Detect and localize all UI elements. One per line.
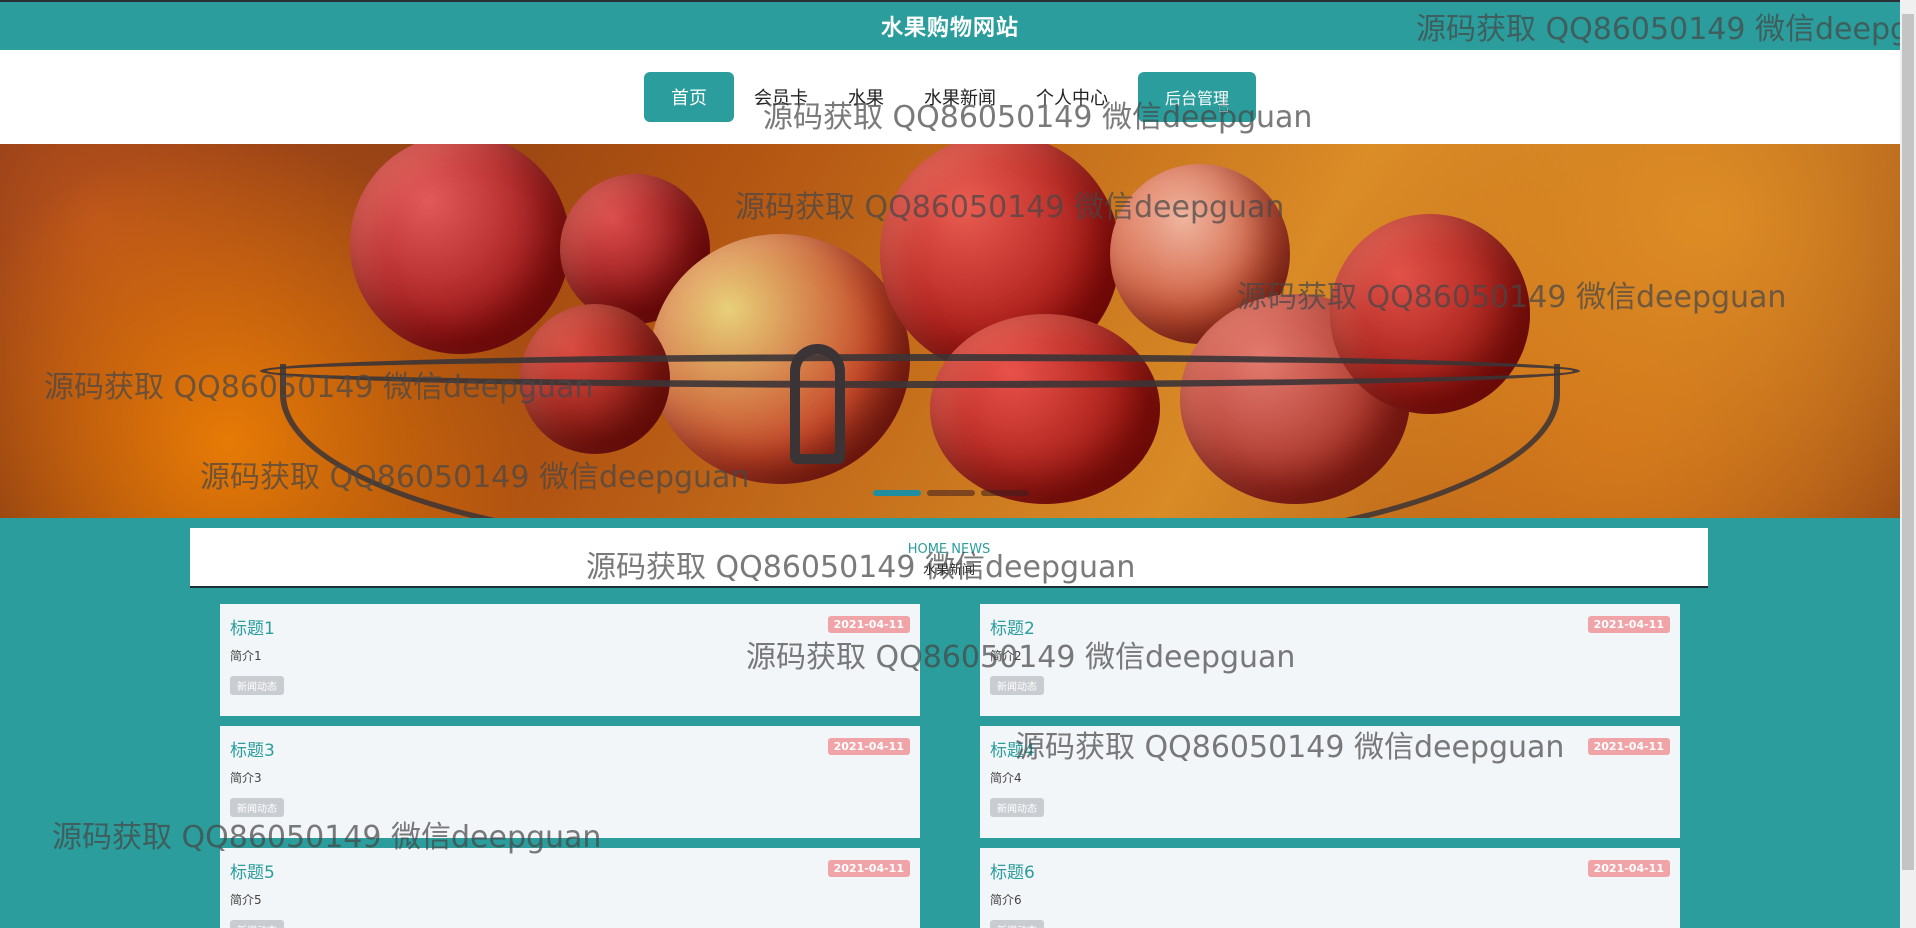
apple-image xyxy=(350,144,570,354)
news-date-badge: 2021-04-11 xyxy=(827,616,910,633)
news-card[interactable]: 标题4 简介4 新闻动态 2021-04-11 xyxy=(980,726,1680,838)
nav-item-member-card[interactable]: 会员卡 xyxy=(734,72,828,122)
nav-item-personal-center[interactable]: 个人中心 xyxy=(1016,72,1128,122)
news-tag: 新闻动态 xyxy=(230,798,284,817)
news-date-badge: 2021-04-11 xyxy=(1587,616,1670,633)
main-nav: 首页 会员卡 水果 水果新闻 个人中心 后台管理 xyxy=(0,50,1900,144)
page: 水果购物网站 首页 会员卡 水果 水果新闻 个人中心 后台管理 HOME NEW… xyxy=(0,0,1916,928)
news-title[interactable]: 标题3 xyxy=(230,736,910,761)
site-title: 水果购物网站 xyxy=(880,16,1019,41)
news-card[interactable]: 标题2 简介2 新闻动态 2021-04-11 xyxy=(980,604,1680,716)
nav-item-fruit[interactable]: 水果 xyxy=(828,72,904,122)
news-tag: 新闻动态 xyxy=(230,920,284,928)
news-summary: 简介5 xyxy=(230,893,262,907)
admin-button[interactable]: 后台管理 xyxy=(1138,72,1256,122)
mouse-cursor-icon: ☝ xyxy=(1218,96,1229,117)
news-tag: 新闻动态 xyxy=(990,798,1044,817)
news-summary: 简介4 xyxy=(990,771,1022,785)
basket-handle xyxy=(790,344,845,464)
news-card[interactable]: 标题5 简介5 新闻动态 2021-04-11 xyxy=(220,848,920,928)
news-card[interactable]: 标题1 简介1 新闻动态 2021-04-11 xyxy=(220,604,920,716)
nav-item-fruit-news[interactable]: 水果新闻 xyxy=(904,72,1016,122)
nav-item-home[interactable]: 首页 xyxy=(644,72,734,122)
news-summary: 简介6 xyxy=(990,893,1022,907)
news-title[interactable]: 标题4 xyxy=(990,736,1670,761)
news-tag: 新闻动态 xyxy=(990,676,1044,695)
news-title[interactable]: 标题2 xyxy=(990,614,1670,639)
news-summary: 简介2 xyxy=(990,649,1022,663)
news-heading-cn: 水果新闻 xyxy=(922,563,975,578)
carousel-indicators xyxy=(873,490,1029,496)
news-title[interactable]: 标题5 xyxy=(230,858,910,883)
news-title[interactable]: 标题6 xyxy=(990,858,1670,883)
news-date-badge: 2021-04-11 xyxy=(827,860,910,877)
news-summary: 简介3 xyxy=(230,771,262,785)
news-date-badge: 2021-04-11 xyxy=(1587,738,1670,755)
news-heading: HOME NEWS 水果新闻 xyxy=(190,528,1708,588)
news-date-badge: 2021-04-11 xyxy=(1587,860,1670,877)
hero-banner[interactable] xyxy=(0,144,1900,518)
news-card[interactable]: 标题6 简介6 新闻动态 2021-04-11 xyxy=(980,848,1680,928)
news-section: HOME NEWS 水果新闻 标题1 简介1 新闻动态 2021-04-11 标… xyxy=(0,518,1900,928)
news-title[interactable]: 标题1 xyxy=(230,614,910,639)
carousel-dot-3[interactable] xyxy=(981,490,1029,496)
vertical-scrollbar[interactable] xyxy=(1900,0,1916,928)
news-tag: 新闻动态 xyxy=(990,920,1044,928)
news-heading-en: HOME NEWS xyxy=(907,542,991,557)
site-header: 水果购物网站 xyxy=(0,0,1900,50)
scrollbar-thumb[interactable] xyxy=(1902,14,1914,870)
carousel-dot-2[interactable] xyxy=(927,490,975,496)
carousel-dot-1[interactable] xyxy=(873,490,921,496)
news-date-badge: 2021-04-11 xyxy=(827,738,910,755)
news-tag: 新闻动态 xyxy=(230,676,284,695)
news-summary: 简介1 xyxy=(230,649,262,663)
news-card[interactable]: 标题3 简介3 新闻动态 2021-04-11 xyxy=(220,726,920,838)
